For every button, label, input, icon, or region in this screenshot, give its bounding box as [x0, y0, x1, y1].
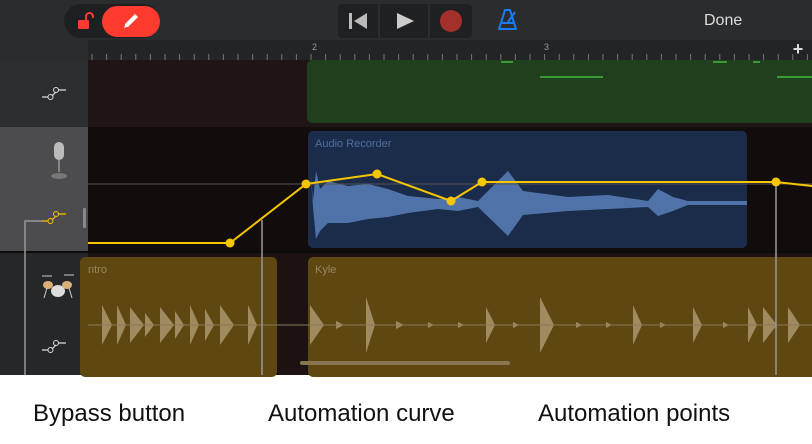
- automation-point[interactable]: [301, 179, 311, 189]
- automation-curve[interactable]: [0, 0, 812, 375]
- automation-point[interactable]: [372, 169, 382, 179]
- callout-automation-curve: Automation curve: [268, 400, 455, 427]
- automation-point[interactable]: [446, 196, 456, 206]
- automation-point[interactable]: [477, 177, 487, 187]
- callout-automation-points: Automation points: [538, 400, 731, 427]
- automation-point[interactable]: [225, 238, 235, 248]
- callout-bypass-button: Bypass button: [33, 400, 186, 427]
- automation-point[interactable]: [771, 177, 781, 187]
